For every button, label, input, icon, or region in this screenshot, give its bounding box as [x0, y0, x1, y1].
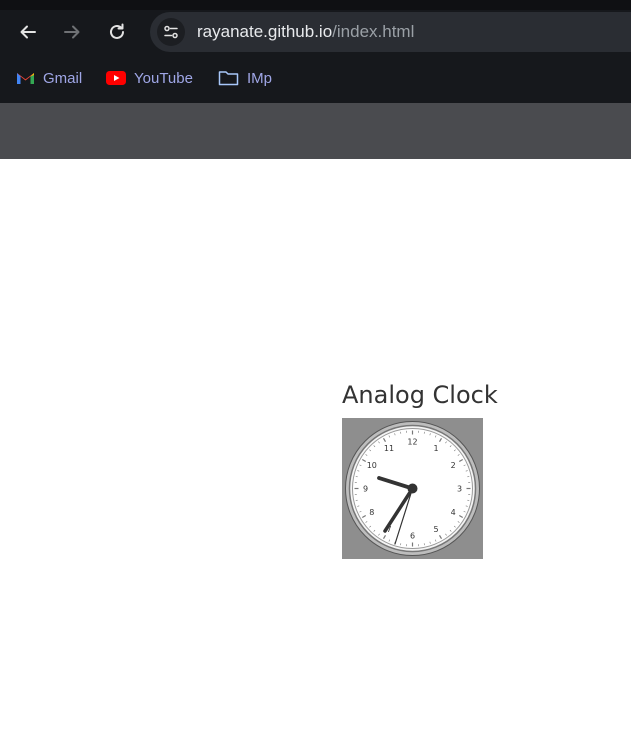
bookmark-label: Gmail: [43, 69, 83, 87]
clock-numeral: 8: [369, 508, 374, 517]
reload-icon: [110, 23, 124, 39]
folder-icon: [218, 70, 239, 86]
back-arrow-icon: [20, 25, 36, 39]
bookmark-youtube[interactable]: YouTube: [106, 66, 193, 90]
clock-numeral: 10: [367, 461, 377, 470]
url-text[interactable]: rayanate.github.io/index.html: [197, 22, 414, 42]
bookmarks-bar: Gmail YouTube IMp: [0, 62, 631, 94]
gmail-icon: [16, 71, 35, 85]
forward-arrow-icon: [64, 25, 80, 39]
url-host: rayanate.github.io: [197, 22, 333, 41]
clock-numeral: 5: [433, 525, 438, 534]
analog-clock: 12 1 2 3 4 5 6 7 8 9 10 11: [342, 418, 483, 559]
youtube-icon: [106, 71, 126, 85]
browser-toolbar: rayanate.github.io/index.html Gmail YouT…: [0, 0, 631, 103]
bookmark-gmail[interactable]: Gmail: [16, 66, 82, 90]
clock-numeral: 3: [457, 485, 462, 494]
clock-numeral: 9: [363, 485, 368, 494]
reload-button[interactable]: [102, 17, 132, 47]
bookmark-label: YouTube: [134, 69, 193, 87]
clock-numeral: 2: [451, 461, 456, 470]
clock-numeral: 1: [433, 444, 438, 453]
bookmark-label: IMp: [247, 69, 273, 87]
clock-numeral: 6: [410, 532, 415, 541]
clock-numeral: 4: [451, 508, 456, 517]
bookmark-imp-folder[interactable]: IMp: [218, 66, 272, 90]
site-info-button[interactable]: [157, 18, 185, 46]
back-button[interactable]: [13, 17, 43, 47]
page-title: Analog Clock: [342, 381, 498, 409]
clock-center-pin: [407, 483, 418, 494]
tune-icon: [164, 25, 178, 39]
forward-button[interactable]: [57, 17, 87, 47]
address-bar[interactable]: rayanate.github.io/index.html: [150, 12, 631, 52]
clock-numeral: 12: [407, 438, 417, 447]
url-path: /index.html: [332, 22, 415, 41]
page-content: Analog Clock 12 1 2 3 4 5 6 7 8 9 10 11: [0, 159, 631, 750]
clock-numeral: 11: [384, 444, 394, 453]
page-header-bar: [0, 103, 631, 159]
tab-strip-edge: [0, 0, 631, 10]
